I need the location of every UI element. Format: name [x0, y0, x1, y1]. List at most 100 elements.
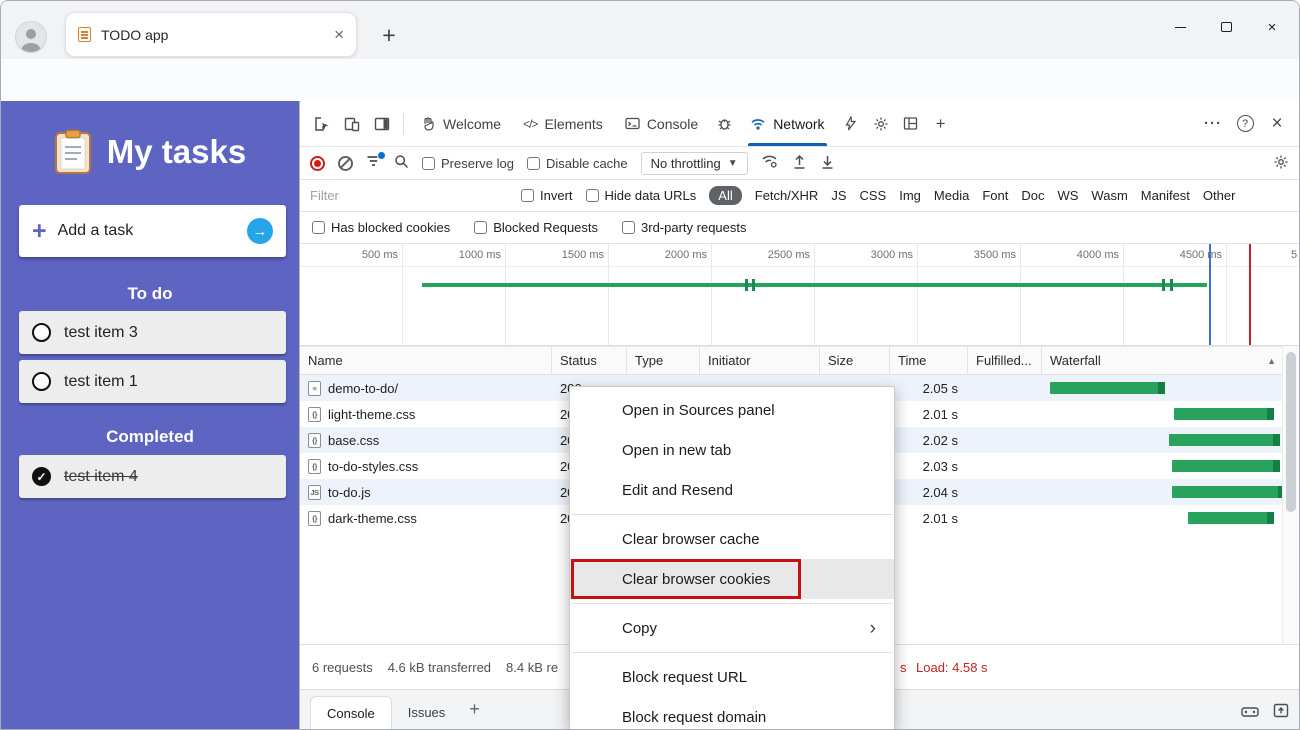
help-icon[interactable]: ? [1231, 110, 1259, 138]
column-header-waterfall[interactable]: Waterfall ▲ [1042, 347, 1282, 374]
menu-item-open-in-new-tab[interactable]: Open in new tab [570, 430, 894, 470]
overview-activity-bar [422, 283, 1207, 287]
record-button[interactable] [310, 156, 325, 171]
has-blocked-cookies-toggle[interactable]: Has blocked cookies [312, 220, 450, 235]
todo-item[interactable]: test item 3 [19, 311, 286, 354]
gridline [1226, 244, 1227, 345]
css-file-icon [308, 459, 321, 474]
settings-gear-icon[interactable] [867, 110, 895, 138]
add-drawer-tab-icon[interactable]: + [469, 699, 480, 720]
column-header-type[interactable]: Type [627, 347, 700, 374]
device-emulation-icon[interactable] [338, 110, 366, 138]
column-header-fulfilled[interactable]: Fulfilled... [968, 347, 1042, 374]
column-header-time[interactable]: Time [890, 347, 968, 374]
vertical-scrollbar[interactable] [1282, 346, 1299, 644]
add-task-card[interactable]: + Add a task → [19, 205, 286, 257]
network-conditions-icon[interactable] [761, 154, 779, 172]
time-tick-label: 3500 ms [974, 249, 1016, 261]
drawer-tool-icon[interactable] [1241, 704, 1259, 723]
completed-item[interactable]: ✓ test item 4 [19, 455, 286, 498]
tab-network[interactable]: Network [740, 101, 834, 146]
close-button[interactable]: × [1249, 9, 1295, 45]
drawer-tab-console[interactable]: Console [310, 696, 392, 729]
hide-data-urls-toggle[interactable]: Hide data URLs [586, 188, 697, 203]
filter-type-manifest[interactable]: Manifest [1141, 188, 1190, 203]
minimize-button[interactable] [1157, 9, 1203, 45]
new-tab-button[interactable]: + [375, 22, 403, 49]
filter-type-other[interactable]: Other [1203, 188, 1236, 203]
scrollbar-thumb[interactable] [1286, 352, 1296, 512]
invert-toggle[interactable]: Invert [521, 188, 573, 203]
maximize-button[interactable] [1203, 9, 1249, 45]
network-overview-timeline[interactable]: 500 ms 1000 ms 1500 ms 2000 ms 2500 ms 3… [300, 244, 1299, 346]
todo-item[interactable]: test item 1 [19, 360, 286, 403]
filter-type-js[interactable]: JS [831, 188, 846, 203]
invert-checkbox[interactable] [521, 189, 534, 202]
bug-icon[interactable] [710, 110, 738, 138]
preserve-log-toggle[interactable]: Preserve log [422, 156, 514, 171]
filter-type-ws[interactable]: WS [1057, 188, 1078, 203]
more-options-icon[interactable]: ··· [1199, 110, 1227, 138]
menu-item-clear-browser-cookies[interactable]: Clear browser cookies [570, 559, 894, 599]
filter-type-all[interactable]: All [709, 186, 741, 205]
disable-cache-toggle[interactable]: Disable cache [527, 156, 628, 171]
dock-panel-icon[interactable] [368, 110, 396, 138]
column-header-initiator[interactable]: Initiator [700, 347, 820, 374]
third-party-requests-checkbox[interactable] [622, 221, 635, 234]
third-party-requests-toggle[interactable]: 3rd-party requests [622, 220, 747, 235]
filter-type-fetch-xhr[interactable]: Fetch/XHR [755, 188, 819, 203]
menu-item-open-in-sources[interactable]: Open in Sources panel [570, 390, 894, 430]
import-har-icon[interactable] [792, 154, 807, 173]
filter-type-media[interactable]: Media [934, 188, 969, 203]
throttling-dropdown[interactable]: No throttling ▼ [641, 152, 748, 175]
task-checkbox[interactable] [32, 372, 51, 391]
task-checkbox-checked[interactable]: ✓ [32, 467, 51, 486]
export-har-icon[interactable] [820, 154, 835, 173]
filter-type-font[interactable]: Font [982, 188, 1008, 203]
profile-avatar[interactable] [15, 21, 47, 53]
disable-cache-checkbox[interactable] [527, 157, 540, 170]
menu-item-clear-browser-cache[interactable]: Clear browser cache [570, 519, 894, 559]
menu-item-block-request-url[interactable]: Block request URL [570, 657, 894, 697]
menu-item-copy[interactable]: Copy › [570, 608, 894, 648]
clear-icon[interactable] [338, 156, 353, 171]
requests-count: 6 requests [312, 660, 373, 675]
browser-tab[interactable]: TODO app × [65, 12, 357, 57]
third-party-requests-label: 3rd-party requests [641, 220, 747, 235]
search-icon[interactable] [394, 154, 409, 172]
task-checkbox[interactable] [32, 323, 51, 342]
blocked-requests-toggle[interactable]: Blocked Requests [474, 220, 598, 235]
filter-type-doc[interactable]: Doc [1021, 188, 1044, 203]
filter-toggle-icon[interactable] [366, 155, 381, 171]
tab-elements[interactable]: </> Elements [513, 101, 613, 146]
expand-drawer-icon[interactable] [1273, 703, 1289, 723]
gridline [917, 244, 918, 345]
network-toolbar: Preserve log Disable cache No throttling… [300, 147, 1299, 180]
network-settings-gear-icon[interactable] [1273, 154, 1289, 173]
layout-panel-icon[interactable] [897, 110, 925, 138]
column-header-size[interactable]: Size [820, 347, 890, 374]
filter-type-img[interactable]: Img [899, 188, 921, 203]
column-header-name[interactable]: Name [300, 347, 552, 374]
performance-icon[interactable] [837, 110, 865, 138]
preserve-log-checkbox[interactable] [422, 157, 435, 170]
tab-welcome[interactable]: Welcome [411, 101, 511, 146]
request-time: 2.05 s [890, 381, 968, 396]
hide-data-urls-checkbox[interactable] [586, 189, 599, 202]
column-header-status[interactable]: Status [552, 347, 627, 374]
filter-type-wasm[interactable]: Wasm [1091, 188, 1127, 203]
menu-item-block-request-domain[interactable]: Block request domain [570, 697, 894, 730]
menu-item-edit-and-resend[interactable]: Edit and Resend [570, 470, 894, 510]
filter-input[interactable] [310, 188, 508, 203]
blocked-requests-checkbox[interactable] [474, 221, 487, 234]
add-task-submit-button[interactable]: → [247, 218, 273, 244]
inspect-icon[interactable] [308, 110, 336, 138]
devtools-close-icon[interactable]: × [1263, 110, 1291, 138]
add-panel-icon[interactable]: + [927, 110, 955, 138]
has-blocked-cookies-checkbox[interactable] [312, 221, 325, 234]
tab-console[interactable]: Console [615, 101, 708, 146]
time-tick-label: 4500 ms [1180, 249, 1222, 261]
drawer-tab-issues[interactable]: Issues [392, 696, 462, 729]
filter-type-css[interactable]: CSS [860, 188, 887, 203]
tab-close-icon[interactable]: × [334, 25, 344, 45]
